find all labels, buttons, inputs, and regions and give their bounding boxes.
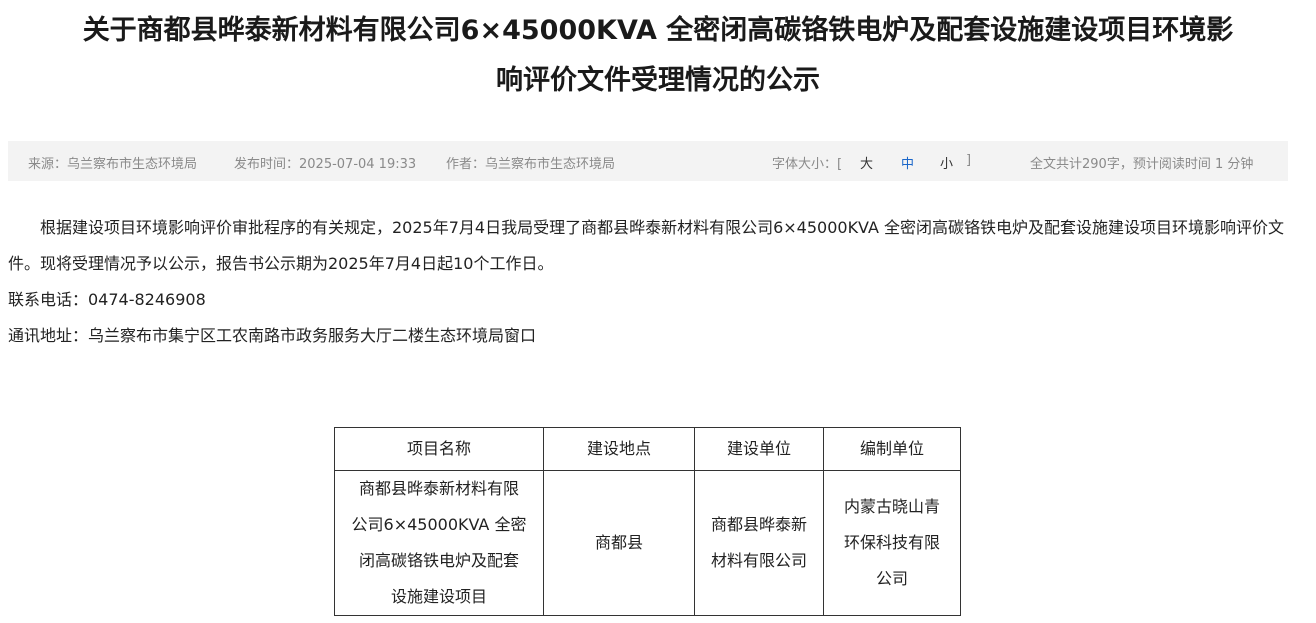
- cell-compiler-line: 公司: [875, 569, 908, 588]
- table-row: 商都县晔泰新材料有限 公司6×45000KVA 全密 闭高碳铬铁电炉及配套 设施…: [334, 470, 961, 616]
- header-project-name: 项目名称: [334, 427, 544, 471]
- font-size-large-button[interactable]: 大: [860, 153, 873, 172]
- cell-compiler: 内蒙古晓山青 环保科技有限 公司: [823, 470, 961, 616]
- author-text: 作者：乌兰察布市生态环境局: [446, 157, 616, 172]
- cell-compiler-line: 环保科技有限: [843, 533, 940, 552]
- header-builder: 建设单位: [694, 427, 824, 471]
- contact-address: 通讯地址：乌兰察布市集宁区工农南路市政务服务大厅二楼生态环境局窗口: [8, 326, 537, 345]
- cell-project-name-line: 商都县晔泰新材料有限: [358, 479, 519, 498]
- cell-location: 商都县: [543, 470, 695, 616]
- header-location: 建设地点: [543, 427, 695, 471]
- cell-project-name-line: 设施建设项目: [390, 587, 487, 606]
- project-table: 项目名称 建设地点 建设单位 编制单位 商都县晔泰新材料有限 公司6×45000…: [334, 427, 961, 616]
- publish-time-text: 发布时间：2025-07-04 19:33: [234, 157, 417, 172]
- header-compiler: 编制单位: [823, 427, 961, 471]
- cell-project-name-line: 公司6×45000KVA 全密: [351, 515, 527, 534]
- contact-phone: 联系电话：0474-8246908: [8, 290, 206, 309]
- cell-builder-line: 材料有限公司: [710, 551, 807, 570]
- reading-info-text: 全文共计290字，预计阅读时间 1 分钟: [1030, 157, 1254, 172]
- article-body: 根据建设项目环境影响评价审批程序的有关规定，2025年7月4日我局受理了商都县晔…: [8, 210, 1288, 354]
- font-size-small-button[interactable]: 小: [940, 153, 953, 172]
- body-paragraph: 根据建设项目环境影响评价审批程序的有关规定，2025年7月4日我局受理了商都县晔…: [8, 218, 1285, 273]
- source-text: 来源：乌兰察布市生态环境局: [28, 157, 198, 172]
- page-title-line-1: 关于商都县晔泰新材料有限公司6×45000KVA 全密闭高碳铬铁电炉及配套设施建…: [82, 15, 1234, 46]
- cell-builder-line: 商都县晔泰新: [710, 515, 807, 534]
- cell-project-name: 商都县晔泰新材料有限 公司6×45000KVA 全密 闭高碳铬铁电炉及配套 设施…: [334, 470, 544, 616]
- font-size-medium-button[interactable]: 中: [901, 153, 914, 172]
- cell-compiler-line: 内蒙古晓山青: [843, 497, 940, 516]
- page-title: 关于商都县晔泰新材料有限公司6×45000KVA 全密闭高碳铬铁电炉及配套设施建…: [0, 6, 1316, 106]
- page-title-line-2: 响评价文件受理情况的公示: [496, 65, 820, 96]
- font-size-label: 字体大小：[: [772, 157, 843, 172]
- cell-project-name-line: 闭高碳铬铁电炉及配套: [358, 551, 519, 570]
- table-header-row: 项目名称 建设地点 建设单位 编制单位: [334, 427, 961, 471]
- cell-builder: 商都县晔泰新 材料有限公司: [694, 470, 824, 616]
- article-meta-bar: 来源：乌兰察布市生态环境局 发布时间：2025-07-04 19:33 作者：乌…: [8, 141, 1288, 181]
- font-size-close-bracket: ]: [966, 153, 972, 168]
